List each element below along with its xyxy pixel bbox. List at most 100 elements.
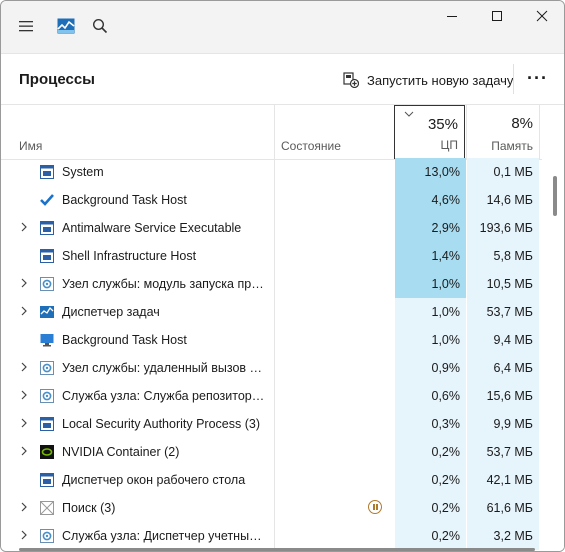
process-cpu: 0,9%	[431, 361, 461, 375]
nvidia-icon	[40, 445, 54, 459]
column-name[interactable]: Имя	[1, 105, 274, 159]
process-memory: 9,4 МБ	[493, 333, 533, 347]
process-name: Служба узла: Диспетчер учетных в...	[62, 529, 267, 543]
horizontal-scrollbar[interactable]	[19, 548, 535, 551]
maximize-button[interactable]	[474, 1, 520, 31]
process-status	[275, 522, 394, 550]
process-status	[275, 494, 394, 522]
process-cpu: 0,2%	[431, 501, 461, 515]
process-cpu-cell: 13,0%	[395, 158, 466, 186]
process-memory-cell: 14,6 МБ	[467, 186, 539, 214]
process-memory: 5,8 МБ	[493, 249, 533, 263]
process-row[interactable]: Служба узла: Диспетчер учетных в... 0,2% 3…	[1, 522, 564, 550]
process-name: Background Task Host	[62, 333, 187, 347]
window-app-icon	[40, 417, 54, 431]
process-row[interactable]: Background Task Host 4,6% 14,6 МБ	[1, 186, 564, 214]
process-memory-cell: 3,2 МБ	[467, 522, 539, 550]
process-cpu: 1,0%	[431, 277, 461, 291]
process-cpu-cell: 0,2%	[395, 522, 466, 550]
expand-chevron-icon[interactable]	[20, 418, 30, 430]
process-status	[275, 326, 394, 354]
expand-chevron-icon[interactable]	[20, 390, 30, 402]
process-name: Local Security Authority Process (3)	[62, 417, 260, 431]
process-name: Узел службы: удаленный вызов процедур	[62, 361, 267, 375]
close-icon	[536, 10, 547, 22]
process-list: System 13,0% 0,1 МБ Background Task Host 4,6…	[1, 158, 564, 551]
process-row[interactable]: Диспетчер окон рабочего стола 0,2% 42,1 МБ	[1, 466, 564, 494]
vertical-scrollbar[interactable]	[542, 158, 564, 551]
process-name: Antimalware Service Executable	[62, 221, 242, 235]
column-cpu[interactable]: 35% ЦП	[394, 105, 465, 159]
process-memory-cell: 61,6 МБ	[467, 494, 539, 522]
expand-chevron-icon[interactable]	[20, 306, 30, 318]
page-header: Процессы Запустить новую задачу ···	[1, 54, 564, 104]
process-memory-cell: 0,1 МБ	[467, 158, 539, 186]
process-cpu: 1,0%	[431, 305, 461, 319]
expand-chevron-icon[interactable]	[20, 222, 30, 234]
process-cpu: 2,9%	[431, 221, 461, 235]
expand-chevron-icon[interactable]	[20, 446, 30, 458]
window-app-icon	[40, 249, 54, 263]
process-memory: 193,6 МБ	[479, 221, 533, 235]
process-memory: 53,7 МБ	[486, 305, 533, 319]
column-memory[interactable]: 8% Память	[467, 105, 539, 159]
process-row[interactable]: Antimalware Service Executable 2,9% 193,6 …	[1, 214, 564, 242]
process-name: Поиск (3)	[62, 501, 116, 515]
process-cpu-cell: 1,0%	[395, 298, 466, 326]
process-row[interactable]: System 13,0% 0,1 МБ	[1, 158, 564, 186]
run-new-task-button[interactable]: Запустить новую задачу	[343, 70, 513, 90]
column-status[interactable]: Состояние	[275, 105, 394, 159]
process-memory: 15,6 МБ	[486, 389, 533, 403]
expand-chevron-icon[interactable]	[20, 502, 30, 514]
cpu-total: 35%	[427, 116, 458, 133]
process-row[interactable]: Узел службы: модуль запуска процессов се…	[1, 270, 564, 298]
column-memory-label: Память	[491, 139, 533, 153]
process-cpu-cell: 1,4%	[395, 242, 466, 270]
process-status	[275, 466, 394, 494]
hamburger-menu-button[interactable]	[13, 13, 39, 39]
task-manager-window: Процессы Запустить новую задачу ··· Имя …	[0, 0, 565, 552]
process-cpu: 1,4%	[431, 249, 461, 263]
more-options-button[interactable]: ···	[527, 68, 551, 90]
process-cpu: 0,3%	[431, 417, 461, 431]
process-row[interactable]: Local Security Authority Process (3) 0,3%…	[1, 410, 564, 438]
process-row[interactable]: Диспетчер задач 1,0% 53,7 МБ	[1, 298, 564, 326]
process-memory: 61,6 МБ	[486, 501, 533, 515]
process-memory-cell: 9,4 МБ	[467, 326, 539, 354]
window-app-icon	[40, 473, 54, 487]
process-cpu-cell: 0,9%	[395, 354, 466, 382]
column-divider	[539, 105, 540, 159]
minimize-icon	[447, 16, 457, 17]
column-name-label: Имя	[19, 139, 43, 153]
process-row[interactable]: NVIDIA Container (2) 0,2% 53,7 МБ	[1, 438, 564, 466]
process-cpu: 4,6%	[431, 193, 461, 207]
process-status	[275, 158, 394, 186]
column-status-label: Состояние	[281, 139, 341, 153]
process-cpu-cell: 1,0%	[395, 326, 466, 354]
minimize-button[interactable]	[429, 1, 475, 31]
process-cpu: 0,2%	[431, 529, 461, 543]
process-name: Background Task Host	[62, 193, 187, 207]
monitor-icon	[40, 333, 54, 347]
process-cpu: 0,2%	[431, 473, 461, 487]
search-app-icon	[40, 501, 54, 515]
process-name: Shell Infrastructure Host	[62, 249, 197, 263]
expand-chevron-icon[interactable]	[20, 278, 30, 290]
expand-chevron-icon[interactable]	[20, 362, 30, 374]
close-button[interactable]	[519, 1, 564, 31]
process-memory-cell: 5,8 МБ	[467, 242, 539, 270]
process-row[interactable]: Узел службы: удаленный вызов процедур 0,9…	[1, 354, 564, 382]
process-row[interactable]: Служба узла: Служба репозитория состояни…	[1, 382, 564, 410]
sort-chevron-icon	[404, 111, 414, 117]
search-button[interactable]	[89, 15, 111, 37]
process-row[interactable]: Shell Infrastructure Host 1,4% 5,8 МБ	[1, 242, 564, 270]
scrollbar-thumb[interactable]	[553, 176, 557, 216]
process-row[interactable]: Поиск (3) 0,2% 61,6 МБ	[1, 494, 564, 522]
process-memory: 0,1 МБ	[493, 165, 533, 179]
process-cpu: 0,2%	[431, 445, 461, 459]
process-cpu-cell: 2,9%	[395, 214, 466, 242]
window-app-icon	[40, 221, 54, 235]
process-memory: 42,1 МБ	[486, 473, 533, 487]
process-row[interactable]: Background Task Host 1,0% 9,4 МБ	[1, 326, 564, 354]
expand-chevron-icon[interactable]	[20, 530, 30, 542]
